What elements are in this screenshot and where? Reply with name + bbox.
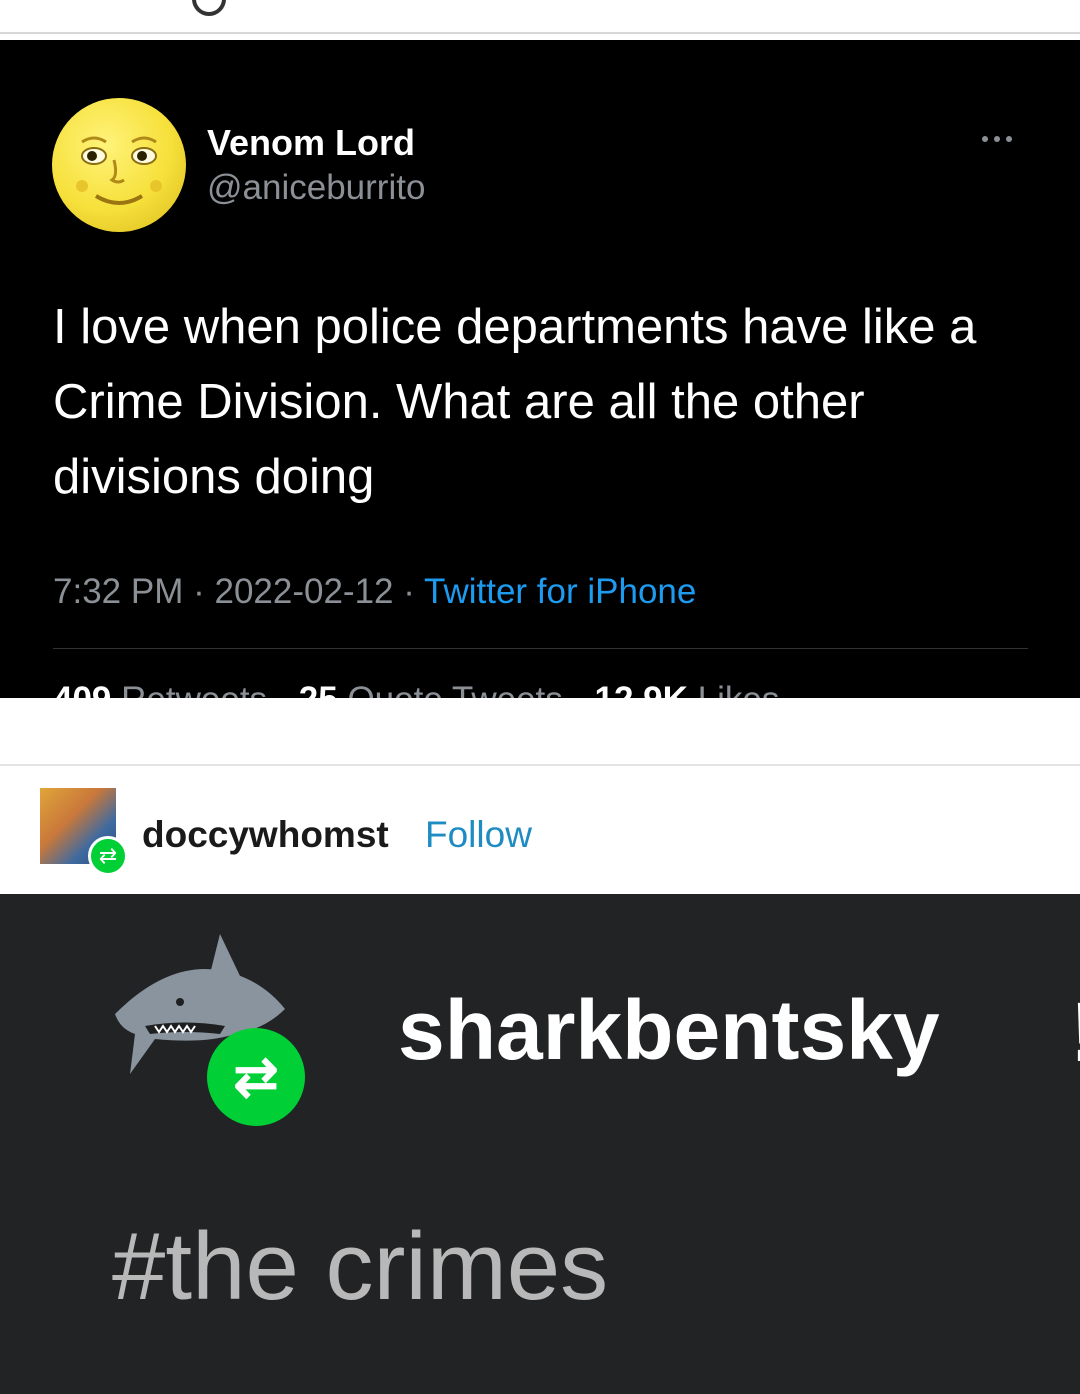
user-handle[interactable]: @aniceburrito [207, 168, 425, 208]
tweet-card: Venom Lord @aniceburrito I love when pol… [0, 40, 1080, 719]
reblogged-post: ⇄ sharkbentsky ! #the crimes [0, 894, 1080, 1394]
reblog-header: ⇄ doccywhomst Follow [0, 766, 1080, 894]
post-gap [0, 698, 1080, 766]
reblogger-username[interactable]: doccywhomst [142, 814, 389, 856]
reblog-icon: ⇄ [207, 1028, 305, 1126]
top-strip [0, 0, 1080, 40]
cropped-text-fragment [192, 0, 226, 16]
more-dots-icon[interactable] [982, 126, 1026, 152]
dot [982, 136, 988, 142]
divider [0, 32, 1080, 34]
meta-separator: · [193, 572, 215, 611]
divider [53, 648, 1028, 649]
display-name[interactable]: Venom Lord [207, 122, 415, 164]
reblog-icon: ⇄ [88, 836, 128, 876]
tweet-source-link[interactable]: Twitter for iPhone [424, 572, 696, 611]
tweet-time: 7:32 PM [53, 572, 184, 611]
follow-button[interactable]: Follow [425, 814, 532, 856]
cropped-text-fragment: ! [1070, 984, 1080, 1081]
tweet-date[interactable]: 2022-02-12 [214, 572, 393, 611]
full-moon-face-icon [76, 136, 162, 205]
dot [994, 136, 1000, 142]
meta-separator: · [403, 572, 425, 611]
original-poster-username[interactable]: sharkbentsky [398, 982, 940, 1079]
avatar[interactable] [52, 98, 186, 232]
dot [1006, 136, 1012, 142]
tweet-meta: 7:32 PM · 2022-02-12 · Twitter for iPhon… [53, 572, 696, 612]
tweet-text: I love when police departments have like… [53, 300, 977, 504]
post-tag[interactable]: #the crimes [112, 1212, 608, 1322]
